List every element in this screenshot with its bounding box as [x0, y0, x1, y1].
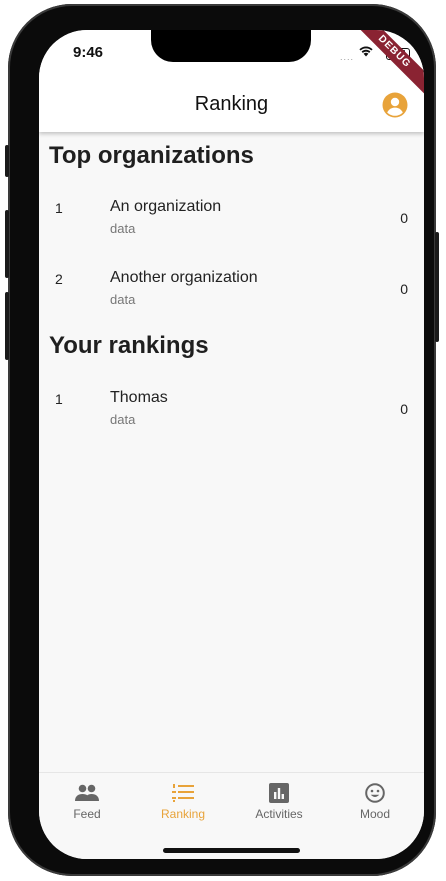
people-icon [75, 784, 99, 801]
home-indicator[interactable] [163, 848, 300, 853]
ranking-row[interactable]: 1 An organization data 0 [39, 192, 424, 252]
tab-label: Activities [255, 807, 303, 821]
app-bar: Ranking [39, 76, 424, 132]
notch [151, 30, 311, 62]
ranking-score: 0 [400, 401, 408, 417]
ranking-name: An organization [110, 198, 222, 215]
ranking-subtitle: data [110, 221, 136, 236]
tab-ranking[interactable]: Ranking [135, 783, 231, 821]
ranking-row[interactable]: 2 Another organization data 0 [39, 263, 424, 323]
ranking-score: 0 [400, 210, 408, 226]
volume-down-button [5, 292, 9, 360]
tab-feed[interactable]: Feed [39, 783, 135, 821]
tab-label: Ranking [160, 807, 206, 821]
screen: 9:46 .... DEBUG Ranking Top organization… [39, 30, 424, 859]
smiley-icon [365, 783, 385, 803]
phone-frame: 9:46 .... DEBUG Ranking Top organization… [5, 4, 439, 876]
tab-label: Mood [359, 807, 391, 821]
status-time: 9:46 [73, 44, 104, 61]
ranking-subtitle: data [110, 292, 136, 307]
section-title-top-organizations: Top organizations [49, 142, 254, 169]
side-button [5, 145, 9, 177]
tab-mood[interactable]: Mood [327, 783, 423, 821]
rank-number: 1 [55, 200, 63, 216]
rank-number: 1 [55, 391, 63, 407]
ranking-row[interactable]: 1 Thomas data 0 [39, 383, 424, 443]
tab-label: Feed [73, 807, 101, 821]
power-button [435, 232, 439, 342]
bottom-navigation-bar: Feed Ranking Activities Mood [39, 772, 424, 859]
wifi-icon [359, 46, 373, 57]
ranking-name: Thomas [110, 389, 168, 406]
ranking-score: 0 [400, 281, 408, 297]
ranking-list-icon [172, 784, 194, 802]
volume-up-button [5, 210, 9, 278]
tab-activities[interactable]: Activities [231, 783, 327, 821]
bar-chart-icon [269, 783, 289, 803]
section-title-your-rankings: Your rankings [49, 332, 209, 359]
rank-number: 2 [55, 271, 63, 287]
ranking-name: Another organization [110, 269, 258, 286]
account-circle-icon[interactable] [382, 92, 408, 118]
page-title: Ranking [194, 93, 269, 115]
cellular-signal-icon: .... [339, 52, 354, 62]
ranking-subtitle: data [110, 412, 136, 427]
